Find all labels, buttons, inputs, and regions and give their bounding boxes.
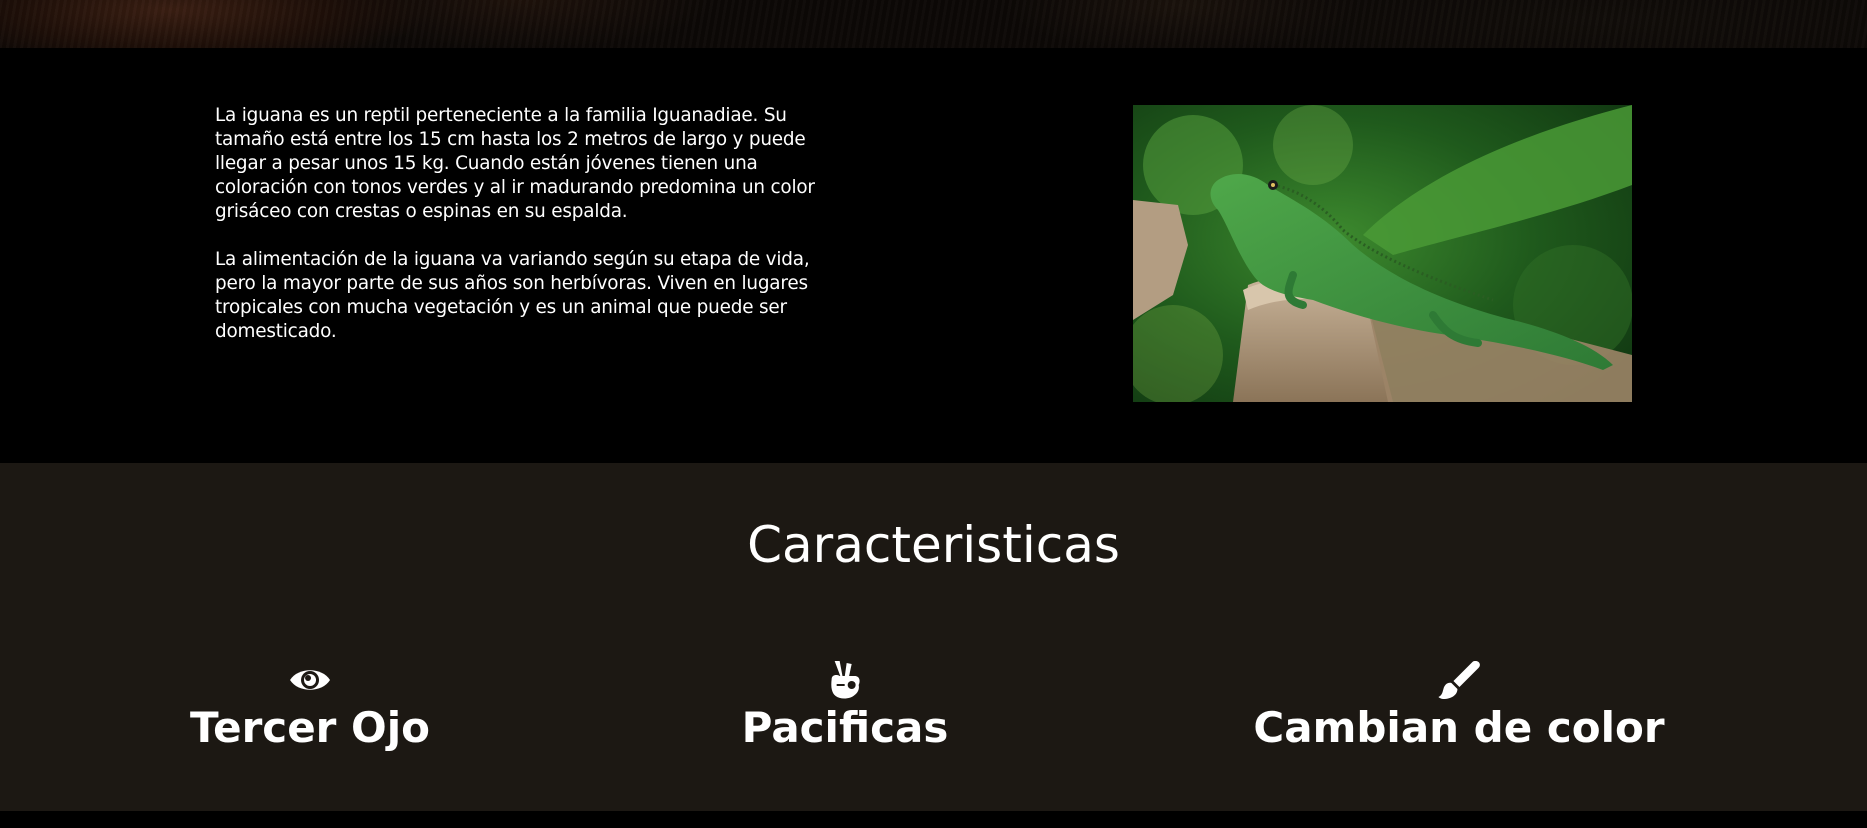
iguana-photo xyxy=(1133,105,1632,402)
features-title: Caracteristicas xyxy=(747,516,1120,574)
paintbrush-icon xyxy=(1253,659,1664,701)
feature-title: Tercer Ojo xyxy=(190,703,430,752)
features-section: Caracteristicas Tercer Ojo Pacificas Cam… xyxy=(0,463,1867,811)
about-text: La iguana es un reptil perteneciente a l… xyxy=(215,104,815,368)
feature-peaceful: Pacificas xyxy=(741,659,949,753)
hero-image-strip xyxy=(0,0,1867,48)
peace-hand-icon xyxy=(742,659,949,701)
about-paragraph-2: La alimentación de la iguana va variando… xyxy=(215,249,810,342)
feature-title: Cambian de color xyxy=(1253,703,1665,752)
about-section: La iguana es un reptil perteneciente a l… xyxy=(0,48,1867,463)
feature-third-eye: Tercer Ojo xyxy=(190,659,430,753)
about-paragraph-1: La iguana es un reptil perteneciente a l… xyxy=(215,105,815,222)
feature-title: Pacificas xyxy=(741,703,949,752)
eye-icon xyxy=(190,659,430,701)
feature-color-change: Cambian de color xyxy=(1253,659,1665,753)
